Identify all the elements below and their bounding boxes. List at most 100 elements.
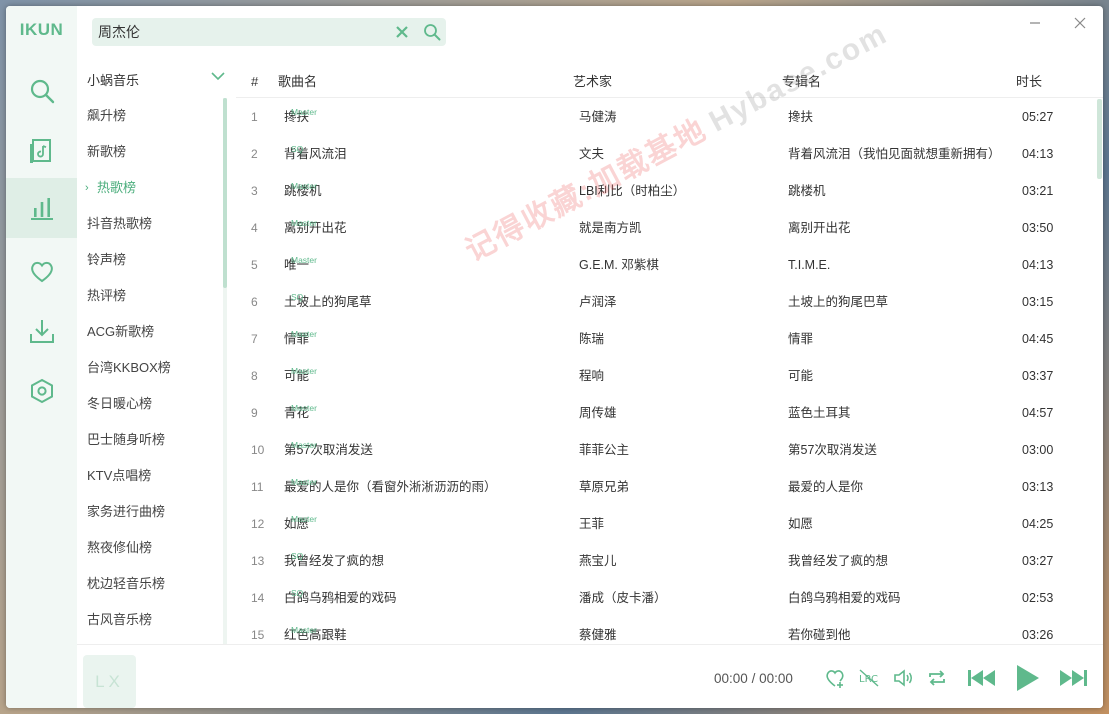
album-cell[interactable]: 白鸽乌鸦相爱的戏码 — [788, 580, 901, 617]
chart-item[interactable]: 热评榜 — [77, 278, 227, 314]
table-row[interactable]: 5 唯一 Master G.E.M. 邓紫棋 T.I.M.E. 04:13 — [236, 247, 1103, 284]
chart-item[interactable]: 飙升榜 — [77, 98, 227, 134]
nav-download[interactable] — [6, 301, 77, 361]
close-window-button[interactable] — [1069, 12, 1091, 34]
album-cell[interactable]: 第57次取消发送 — [788, 432, 877, 469]
col-duration: 时长 — [1016, 74, 1043, 89]
table-row[interactable]: 14 白鸽乌鸦相爱的戏码 SQ 潘成（皮卡潘） 白鸽乌鸦相爱的戏码 02:53 — [236, 580, 1103, 617]
table-row[interactable]: 7 情罪 Master 陈瑞 情罪 04:45 — [236, 321, 1103, 358]
artist-cell[interactable]: 周传雄 — [579, 395, 617, 432]
album-cell[interactable]: 可能 — [788, 358, 813, 395]
previous-button[interactable] — [966, 665, 998, 691]
play-button[interactable] — [1012, 663, 1042, 693]
album-cell[interactable]: 离别开出花 — [788, 210, 851, 247]
nav-songlist[interactable] — [6, 121, 77, 181]
table-row[interactable]: 4 离别开出花 Master 就是南方凯 离别开出花 03:50 — [236, 210, 1103, 247]
chart-item[interactable]: 巴士随身听榜 — [77, 422, 227, 458]
nav-leaderboard[interactable] — [6, 178, 77, 238]
song-title-cell: 离别开出花 Master — [284, 210, 347, 235]
song-table-scrollbar[interactable] — [1097, 99, 1102, 179]
table-row[interactable]: 6 土坡上的狗尾草 SQ 卢润泽 土坡上的狗尾巴草 03:15 — [236, 284, 1103, 321]
chart-item[interactable]: ACG新歌榜 — [77, 314, 227, 350]
chevron-down-icon — [211, 72, 225, 81]
album-cell[interactable]: 背着风流泪（我怕见面就想重新拥有） — [788, 136, 1001, 173]
artist-cell[interactable]: G.E.M. 邓紫棋 — [579, 247, 659, 284]
duration-cell: 03:26 — [1022, 628, 1054, 642]
chart-item-label: 新歌榜 — [87, 144, 127, 159]
artist-cell[interactable]: 就是南方凯 — [579, 210, 642, 247]
album-cell[interactable]: 土坡上的狗尾巴草 — [788, 284, 888, 321]
chart-item[interactable]: 家务进行曲榜 — [77, 494, 227, 530]
chart-item[interactable]: 抖音热歌榜 — [77, 206, 227, 242]
skip-next-icon — [1060, 670, 1087, 686]
table-row[interactable]: 8 可能 Master 程响 可能 03:37 — [236, 358, 1103, 395]
lyrics-toggle-button[interactable]: LRC — [856, 665, 882, 691]
song-title: 如愿 — [284, 517, 310, 531]
favorite-add-button[interactable] — [822, 665, 848, 691]
quality-badge: Master — [291, 514, 317, 524]
table-row[interactable]: 12 如愿 Master 王菲 如愿 04:25 — [236, 506, 1103, 543]
album-cover[interactable]: LX — [83, 655, 136, 708]
album-cell[interactable]: 情罪 — [788, 321, 813, 358]
nav-settings[interactable] — [6, 361, 77, 421]
search-input[interactable] — [92, 18, 388, 46]
album-cell[interactable]: 搀扶 — [788, 99, 813, 136]
chart-item[interactable]: 熬夜修仙榜 — [77, 530, 227, 566]
artist-cell[interactable]: 陈瑞 — [579, 321, 604, 358]
chart-item[interactable]: 古风音乐榜 — [77, 602, 227, 638]
row-num: 15 — [251, 628, 265, 642]
search-button[interactable] — [418, 18, 446, 46]
duration-cell: 03:00 — [1022, 443, 1054, 457]
nav-search[interactable] — [6, 61, 77, 121]
volume-button[interactable] — [890, 665, 916, 691]
minimize-button[interactable] — [1024, 12, 1046, 34]
repeat-mode-button[interactable] — [924, 665, 950, 691]
album-cell[interactable]: 最爱的人是你 — [788, 469, 863, 506]
album-cell[interactable]: 跳楼机 — [788, 173, 826, 210]
quality-badge: Master — [291, 403, 317, 413]
artist-cell[interactable]: 潘成（皮卡潘） — [579, 580, 667, 617]
chart-item[interactable]: 铃声榜 — [77, 242, 227, 278]
artist-cell[interactable]: 燕宝儿 — [579, 543, 617, 580]
quality-badge: Master — [291, 255, 317, 265]
artist-cell[interactable]: 蔡健雅 — [579, 617, 617, 644]
chart-item-label: 冬日暖心榜 — [87, 396, 153, 411]
artist-cell[interactable]: 程响 — [579, 358, 604, 395]
nav-favorites[interactable] — [6, 241, 77, 301]
table-row[interactable]: 11 最爱的人是你（看窗外淅淅沥沥的雨） Master 草原兄弟 最爱的人是你 03:13 — [236, 469, 1103, 506]
table-row[interactable]: 3 跳楼机 Master LBI利比（时柏尘） 跳楼机 03:21 — [236, 173, 1103, 210]
repeat-icon — [929, 670, 945, 686]
next-button[interactable] — [1057, 665, 1089, 691]
table-row[interactable]: 9 青花 Master 周传雄 蓝色土耳其 04:57 — [236, 395, 1103, 432]
table-row[interactable]: 15 红色高跟鞋 Master 蔡健雅 若你碰到他 03:26 — [236, 617, 1103, 644]
album-cell[interactable]: T.I.M.E. — [788, 247, 830, 284]
album-cell[interactable]: 蓝色土耳其 — [788, 395, 851, 432]
row-num: 14 — [251, 591, 265, 605]
chart-item[interactable]: › 热歌榜 — [77, 170, 227, 206]
chart-item[interactable]: 新歌榜 — [77, 134, 227, 170]
artist-cell[interactable]: 草原兄弟 — [579, 469, 629, 506]
song-title-cell: 可能 Master — [284, 358, 317, 383]
chart-item[interactable]: 冬日暖心榜 — [77, 386, 227, 422]
album-cell[interactable]: 若你碰到他 — [788, 617, 851, 644]
album-cell[interactable]: 我曾经发了疯的想 — [788, 543, 888, 580]
duration-cell: 04:45 — [1022, 332, 1054, 346]
duration-cell: 03:27 — [1022, 554, 1054, 568]
song-title-cell: 情罪 Master — [284, 321, 317, 346]
chart-item[interactable]: KTV点唱榜 — [77, 458, 227, 494]
table-row[interactable]: 10 第57次取消发送 Master 菲菲公主 第57次取消发送 03:00 — [236, 432, 1103, 469]
chart-item[interactable]: 枕边轻音乐榜 — [77, 566, 227, 602]
artist-cell[interactable]: 卢润泽 — [579, 284, 617, 321]
chart-list-scrollbar[interactable] — [223, 98, 227, 288]
album-cell[interactable]: 如愿 — [788, 506, 813, 543]
heart-icon — [30, 261, 53, 283]
artist-cell[interactable]: 王菲 — [579, 506, 604, 543]
quality-badge: SQ — [291, 588, 304, 598]
table-row[interactable]: 13 我曾经发了疯的想 SQ 燕宝儿 我曾经发了疯的想 03:27 — [236, 543, 1103, 580]
artist-cell[interactable]: 马健涛 — [579, 99, 617, 136]
chart-item[interactable]: 台湾KKBOX榜 — [77, 350, 227, 386]
clear-search-button[interactable] — [388, 18, 416, 46]
source-selector[interactable]: 小蜗音乐 — [87, 66, 225, 92]
artist-cell[interactable]: 菲菲公主 — [579, 432, 629, 469]
bar-chart-icon — [30, 198, 53, 220]
